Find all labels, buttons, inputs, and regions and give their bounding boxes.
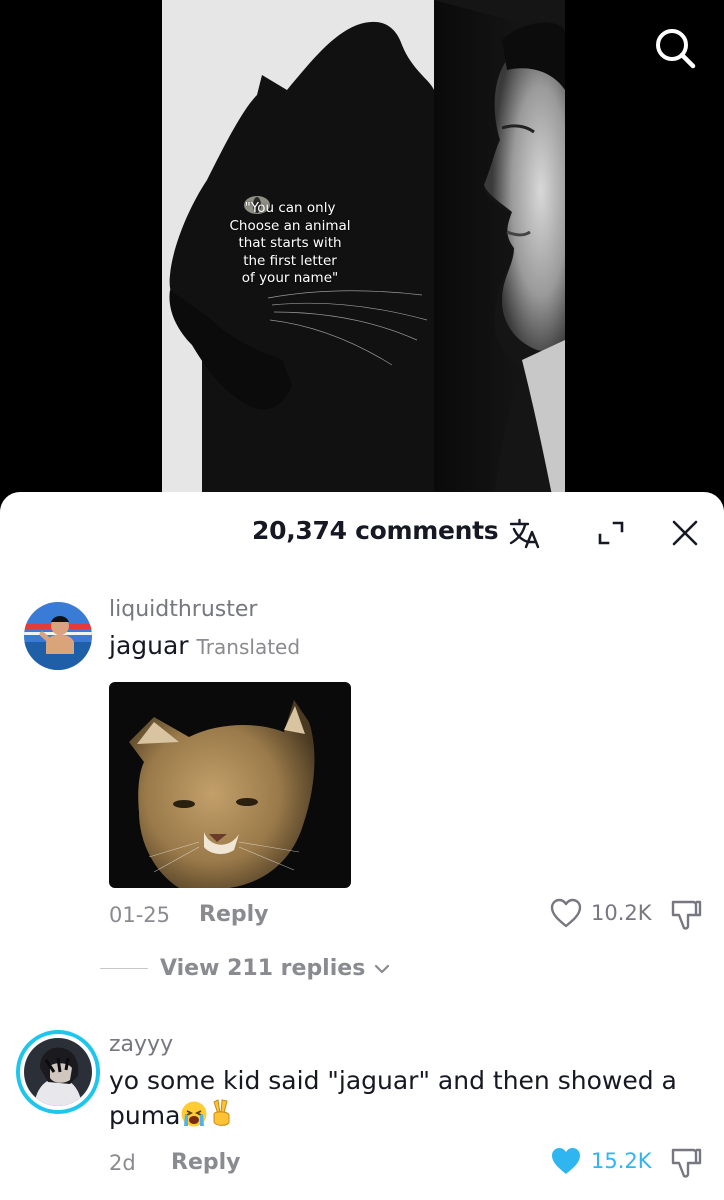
avatar-with-story-ring[interactable]	[16, 1030, 100, 1114]
comment-body: jaguar	[109, 631, 189, 660]
replies-divider	[100, 968, 148, 969]
heart-filled-icon	[552, 1148, 580, 1174]
translate-button[interactable]	[508, 516, 542, 550]
reply-button[interactable]: Reply	[171, 1150, 241, 1175]
avatar	[24, 1038, 92, 1106]
like-count: 10.2K	[591, 901, 652, 925]
comment-date: 2d	[109, 1151, 136, 1175]
search-button[interactable]	[650, 24, 700, 74]
comment-username[interactable]: liquidthruster	[109, 597, 257, 622]
expand-button[interactable]	[594, 516, 628, 550]
heart-outline-icon	[550, 898, 582, 928]
comments-header: 20,374 comments	[0, 492, 724, 572]
dislike-button[interactable]	[668, 896, 704, 932]
anime-avatar-image	[24, 1038, 92, 1106]
comment-count: 20,374 comments	[252, 516, 499, 545]
comment-text: jaguar Translated	[109, 628, 300, 665]
comment-text: yo some kid said "jaguar" and then showe…	[109, 1063, 689, 1133]
chevron-down-icon	[375, 964, 390, 973]
video-caption-overlay: "You can only Choose an animal that star…	[229, 200, 351, 286]
thumbs-down-icon	[671, 1148, 702, 1178]
reply-button[interactable]: Reply	[199, 902, 269, 927]
view-replies-button[interactable]: View 211 replies	[100, 956, 393, 981]
victory-hand-icon	[213, 1099, 230, 1126]
avatar[interactable]	[24, 602, 92, 670]
comment-username[interactable]: zayyy	[109, 1032, 173, 1057]
view-replies-label: View 211 replies	[160, 956, 366, 981]
like-button[interactable]: 10.2K	[549, 897, 652, 929]
puma-photo	[109, 682, 351, 888]
loudly-crying-face-icon	[181, 1101, 207, 1127]
comment-date: 01-25	[109, 903, 171, 927]
close-icon	[672, 520, 698, 546]
like-count: 15.2K	[591, 1149, 652, 1173]
translate-icon	[509, 518, 540, 549]
expand-icon	[598, 521, 624, 545]
video-player[interactable]: "You can only Choose an animal that star…	[0, 0, 724, 520]
translated-label[interactable]: Translated	[197, 635, 301, 659]
dislike-button[interactable]	[668, 1144, 704, 1180]
thumbs-down-icon	[671, 900, 702, 930]
like-button[interactable]: 15.2K	[549, 1145, 652, 1177]
close-button[interactable]	[668, 516, 702, 550]
comment-attached-image[interactable]	[109, 682, 351, 888]
search-icon	[656, 29, 696, 69]
swimmer-avatar-image	[24, 602, 92, 670]
